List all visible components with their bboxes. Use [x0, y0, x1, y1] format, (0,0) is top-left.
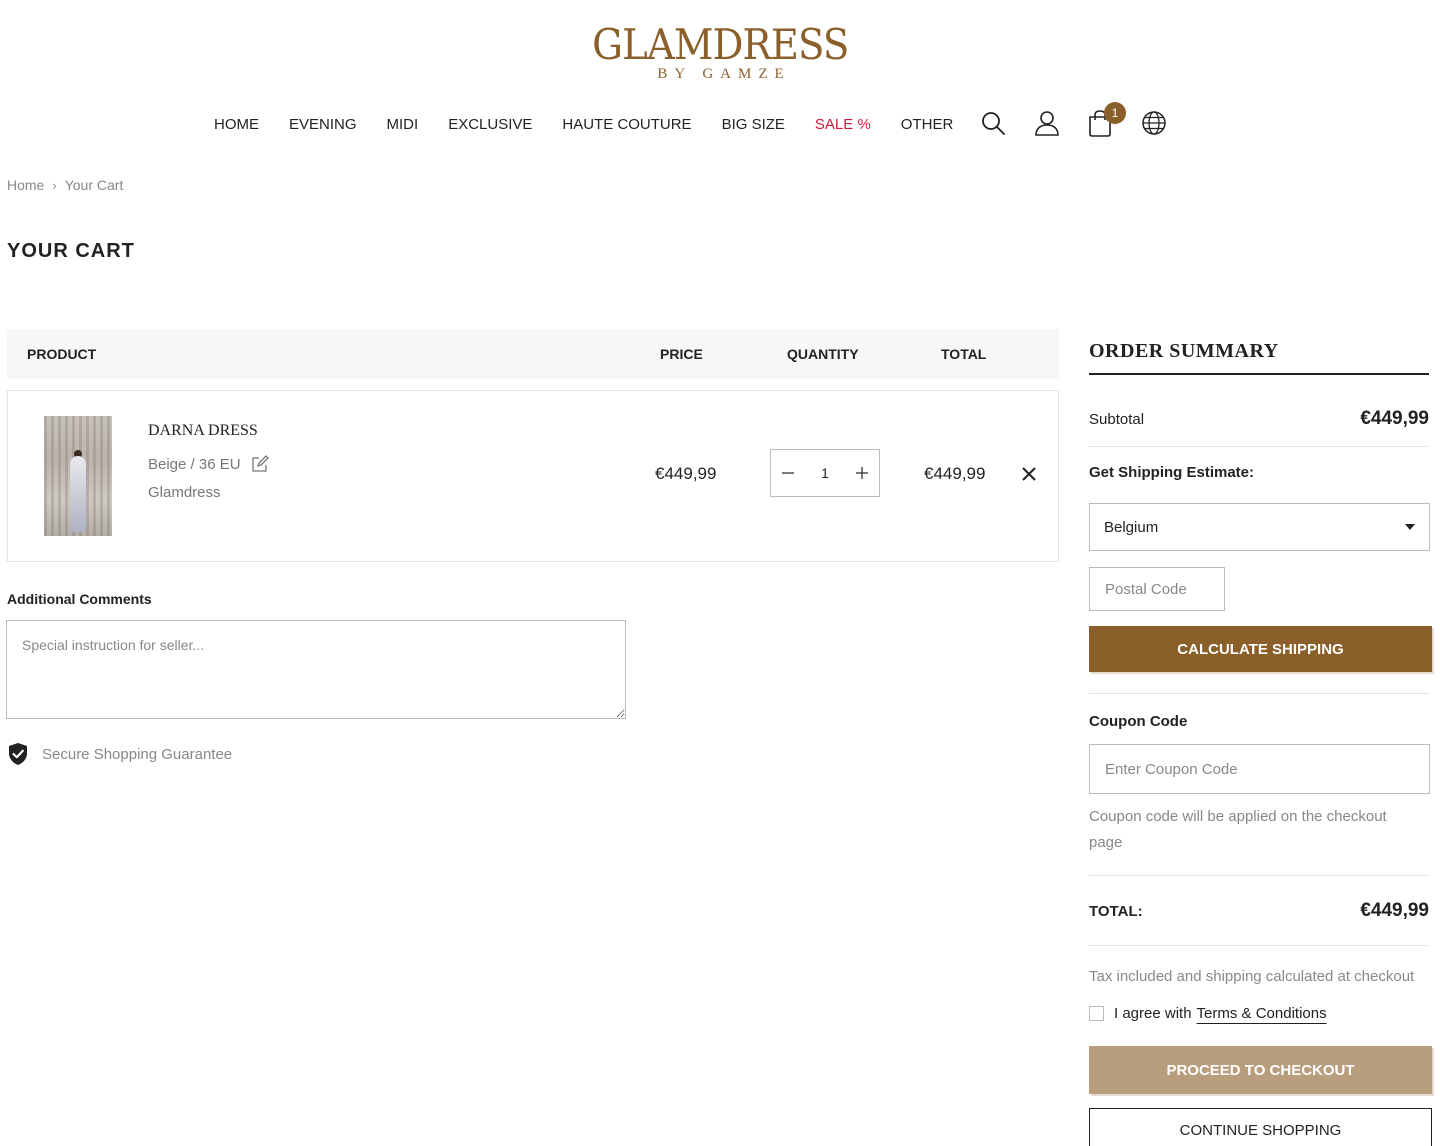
proceed-to-checkout-button[interactable]: PROCEED TO CHECKOUT [1089, 1046, 1432, 1094]
search-icon[interactable] [978, 108, 1008, 138]
divider [1089, 875, 1429, 876]
total-row: TOTAL: €449,99 [1089, 900, 1429, 922]
terms-agreement: I agree with Terms & Conditions [1089, 1005, 1327, 1022]
secure-text: Secure Shopping Guarantee [42, 745, 233, 763]
header-quantity: QUANTITY [787, 346, 859, 362]
terms-link[interactable]: Terms & Conditions [1197, 1005, 1327, 1022]
secure-guarantee: Secure Shopping Guarantee [7, 742, 232, 766]
divider [1089, 446, 1429, 447]
product-variant: Beige / 36 EU [148, 455, 269, 473]
item-total: €449,99 [924, 464, 986, 483]
country-select[interactable]: Belgium [1089, 503, 1430, 551]
edit-icon[interactable] [251, 455, 269, 473]
chevron-right-icon: › [52, 177, 57, 193]
breadcrumb: Home › Your Cart [7, 177, 123, 193]
nav-evening[interactable]: EVENING [289, 116, 357, 133]
nav-big-size[interactable]: BIG SIZE [722, 116, 785, 133]
header-icons: 1 [978, 102, 1192, 138]
nav-midi[interactable]: MIDI [387, 116, 419, 133]
order-summary: ORDER SUMMARY Subtotal €449,99 Get Shipp… [1089, 340, 1432, 1146]
cart-count-badge: 1 [1104, 102, 1126, 124]
subtotal-value: €449,99 [1360, 408, 1429, 429]
product-vendor: Glamdress [148, 484, 221, 501]
breadcrumb-home[interactable]: Home [7, 177, 44, 193]
shield-check-icon [7, 742, 29, 766]
main-nav: HOME EVENING MIDI EXCLUSIVE HAUTE COUTUR… [214, 113, 983, 135]
coupon-label: Coupon Code [1089, 713, 1188, 730]
user-icon[interactable] [1032, 108, 1062, 138]
caret-down-icon [1405, 524, 1415, 530]
close-icon[interactable] [1020, 465, 1038, 483]
nav-exclusive[interactable]: EXCLUSIVE [448, 116, 532, 133]
nav-haute-couture[interactable]: HAUTE COUTURE [562, 116, 691, 133]
page-title: YOUR CART [7, 240, 135, 262]
minus-icon[interactable] [779, 464, 797, 482]
header-product: PRODUCT [27, 346, 97, 362]
cart-item-row: DARNA DRESS Beige / 36 EU Glamdress €449… [7, 390, 1059, 562]
logo[interactable]: GLAMDRESS BY GAMZE [0, 20, 1440, 83]
continue-shopping-button[interactable]: CONTINUE SHOPPING [1089, 1108, 1432, 1146]
breadcrumb-current: Your Cart [64, 177, 124, 193]
header-price: PRICE [660, 346, 703, 362]
product-image[interactable] [44, 416, 112, 536]
header-total: TOTAL [941, 346, 987, 362]
subtotal-row: Subtotal €449,99 [1089, 408, 1429, 430]
nav-home[interactable]: HOME [214, 116, 259, 133]
terms-checkbox[interactable] [1089, 1006, 1104, 1021]
quantity-input[interactable]: 1 [805, 465, 845, 481]
product-variant-text: Beige / 36 EU [148, 455, 241, 473]
divider [1089, 945, 1429, 946]
globe-icon[interactable] [1139, 108, 1169, 138]
shopping-bag-icon[interactable]: 1 [1085, 102, 1126, 138]
calculate-shipping-button[interactable]: CALCULATE SHIPPING [1089, 626, 1432, 672]
cart-table-header: PRODUCT PRICE QUANTITY TOTAL [7, 329, 1059, 379]
order-summary-title: ORDER SUMMARY [1089, 340, 1429, 375]
item-price: €449,99 [655, 464, 717, 483]
quantity-stepper: 1 [770, 449, 880, 497]
total-label: TOTAL: [1089, 902, 1143, 920]
postal-code-input[interactable] [1089, 567, 1225, 611]
coupon-code-input[interactable] [1089, 744, 1430, 794]
coupon-note: Coupon code will be applied on the check… [1089, 808, 1387, 851]
total-value: €449,99 [1360, 900, 1429, 921]
logo-wordmark: GLAMDRESS [591, 20, 849, 69]
tax-note: Tax included and shipping calculated at … [1089, 968, 1415, 985]
plus-icon[interactable] [853, 464, 871, 482]
comments-label: Additional Comments [7, 591, 152, 607]
product-name[interactable]: DARNA DRESS [148, 422, 258, 440]
comments-textarea[interactable] [6, 620, 626, 719]
country-select-value: Belgium [1104, 518, 1159, 536]
subtotal-label: Subtotal [1089, 410, 1145, 428]
nav-sale[interactable]: SALE % [815, 116, 871, 133]
shipping-estimate-label: Get Shipping Estimate: [1089, 464, 1255, 481]
nav-other[interactable]: OTHER [901, 116, 954, 133]
agree-text: I agree with [1114, 1005, 1192, 1022]
divider [1089, 693, 1429, 694]
